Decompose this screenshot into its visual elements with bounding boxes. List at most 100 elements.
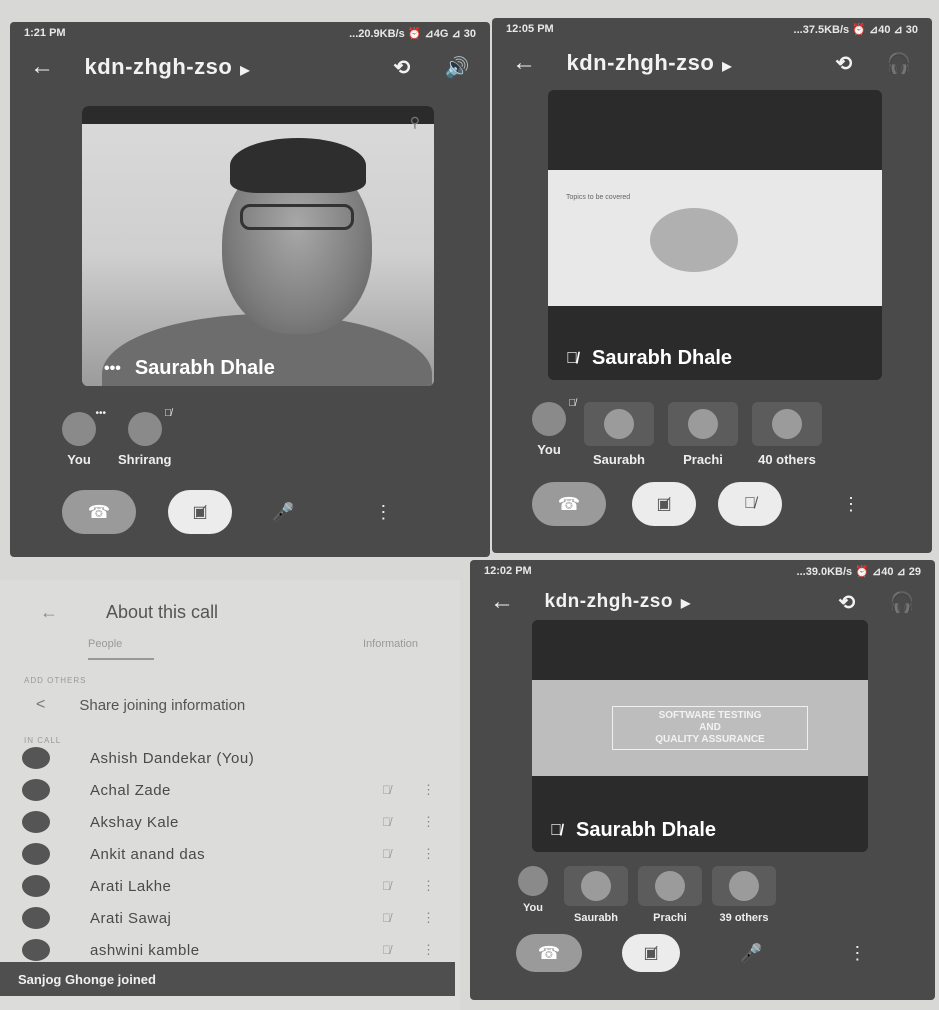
call-controls: ☎ ▣̸ 🎙̸ ⋮ (532, 482, 860, 526)
end-call-button[interactable]: ☎ (62, 490, 136, 534)
headphones-icon[interactable]: 🎧 (890, 590, 915, 615)
more-icon[interactable]: ⋮ (422, 814, 442, 830)
speaker-name: 🎙̸ Saurabh Dhale (550, 819, 717, 841)
more-icon[interactable]: ⋮ (848, 943, 866, 964)
status-time: 12:02 PM (484, 565, 532, 577)
avatar (22, 875, 50, 897)
list-item[interactable]: Arati Sawaj 🎙̸ ⋮ (22, 902, 442, 934)
list-item[interactable]: Ashish Dandekar (You) (22, 742, 442, 774)
status-bar: 12:02 PM ...39.0KB/s ⏰ ⊿40 ⊿ 29 (470, 560, 935, 582)
meeting-code[interactable]: kdn-zhgh-zso ▶ (85, 54, 360, 80)
participant-tile[interactable]: 40 others (752, 402, 822, 467)
end-call-button[interactable]: ☎ (532, 482, 606, 526)
participant-tile[interactable]: 🎙̸ Shrirang (118, 408, 172, 467)
speaker-icon[interactable]: 🔊 (445, 55, 470, 80)
mic-icon[interactable]: 🎤 (740, 943, 762, 964)
camera-toggle-button[interactable]: ▣̸ (168, 490, 232, 534)
avatar (564, 866, 628, 906)
camera-toggle-button[interactable]: ▣̸ (622, 934, 680, 972)
more-icon[interactable]: ⋮ (422, 878, 442, 894)
more-icon[interactable]: ⋮ (422, 846, 442, 862)
more-dots-icon: ••• (104, 359, 121, 377)
participant-tile[interactable]: Saurabh (564, 866, 628, 924)
end-call-icon: ☎ (537, 942, 561, 963)
more-icon[interactable]: ⋮ (422, 782, 442, 798)
camera-off-icon: ▣̸ (643, 945, 659, 962)
mic-off-icon: 🎙̸ (744, 495, 756, 512)
meeting-code[interactable]: kdn-zhgh-zso ▶ (545, 591, 805, 613)
more-icon[interactable]: ⋮ (842, 494, 860, 515)
join-toast: Sanjog Ghonge joined (0, 962, 455, 996)
avatar (22, 747, 50, 769)
camera-toggle-button[interactable]: ▣̸ (632, 482, 696, 526)
mic-off-icon: 🎙̸ (566, 349, 578, 367)
mic-icon[interactable]: 🎤 (272, 502, 294, 523)
avatar (668, 402, 738, 446)
call-header: ← kdn-zhgh-zso ▶ ⟲ 🔊 (10, 44, 490, 90)
participant-tile[interactable]: You (518, 866, 548, 914)
switch-camera-icon[interactable]: ⟲ (393, 55, 410, 80)
participant-tile[interactable]: Prachi (668, 402, 738, 467)
main-video-tile: ⚲ ••• Saurabh Dhale (82, 106, 434, 386)
mic-toggle-button[interactable]: 🎙̸ (718, 482, 782, 526)
list-item[interactable]: Ankit anand das 🎙̸ ⋮ (22, 838, 442, 870)
mic-off-icon: 🎙̸ (382, 815, 392, 829)
avatar (22, 907, 50, 929)
list-item[interactable]: Akshay Kale 🎙̸ ⋮ (22, 806, 442, 838)
speaker-name: 🎙̸ Saurabh Dhale (566, 347, 733, 369)
avatar (22, 939, 50, 961)
status-time: 1:21 PM (24, 27, 66, 39)
call-header: ← kdn-zhgh-zso ▶ ⟲ 🎧 (470, 582, 935, 622)
more-icon[interactable]: ⋮ (422, 910, 442, 926)
section-add-others: ADD OTHERS (24, 676, 87, 685)
people-list: Ashish Dandekar (You) Achal Zade 🎙̸ ⋮ Ak… (22, 742, 442, 966)
back-arrow-icon[interactable]: ← (40, 602, 58, 623)
call-screen-2: 12:05 PM ...37.5KB/s ⏰ ⊿40 ⊿ 30 ← kdn-zh… (492, 18, 932, 553)
status-bar: 1:21 PM ...20.9KB/s ⏰ ⊿4G ⊿ 30 (10, 22, 490, 44)
more-icon[interactable]: ⋮ (422, 942, 442, 958)
participant-tile[interactable]: 39 others (712, 866, 776, 924)
camera-off-icon: ▣̸ (192, 504, 208, 521)
list-item[interactable]: Achal Zade 🎙̸ ⋮ (22, 774, 442, 806)
call-header: ← kdn-zhgh-zso ▶ ⟲ 🎧 (492, 40, 932, 86)
back-arrow-icon[interactable]: ← (30, 53, 55, 81)
slide-title: SOFTWARE TESTING AND QUALITY ASSURANCE (612, 706, 808, 750)
participant-tile[interactable]: ••• You (62, 408, 106, 467)
switch-camera-icon[interactable]: ⟲ (835, 51, 852, 76)
participant-tile[interactable]: 🎙̸ You (532, 398, 576, 457)
status-right: ...20.9KB/s ⏰ ⊿4G ⊿ 30 (349, 27, 476, 40)
status-time: 12:05 PM (506, 23, 554, 35)
about-tabs: People Information (88, 638, 418, 660)
avatar (22, 779, 50, 801)
about-header: ← About this call (40, 602, 218, 623)
pin-icon[interactable]: ⚲ (410, 114, 420, 131)
camera-off-icon: ▣̸ (656, 496, 672, 513)
back-arrow-icon[interactable]: ← (512, 49, 537, 77)
share-joining-info[interactable]: < Share joining information (36, 696, 245, 714)
avatar (518, 866, 548, 896)
avatar (22, 843, 50, 865)
more-icon[interactable]: ⋮ (374, 502, 392, 523)
headphones-icon[interactable]: 🎧 (887, 51, 912, 76)
tab-information[interactable]: Information (363, 638, 418, 660)
avatar: 🎙̸ (127, 408, 172, 446)
end-call-icon: ☎ (87, 501, 111, 522)
avatar: 🎙̸ (532, 398, 576, 436)
end-call-button[interactable]: ☎ (516, 934, 582, 972)
meeting-code[interactable]: kdn-zhgh-zso ▶ (567, 50, 802, 76)
status-right: ...37.5KB/s ⏰ ⊿40 ⊿ 30 (793, 23, 918, 36)
switch-camera-icon[interactable]: ⟲ (838, 590, 855, 615)
end-call-icon: ☎ (557, 493, 581, 514)
participant-tile[interactable]: Prachi (638, 866, 702, 924)
tab-people[interactable]: People (88, 638, 154, 660)
mic-off-icon: 🎙̸ (382, 783, 392, 797)
main-video-tile: Topics to be covered 🎙̸ Saurabh Dhale (548, 90, 882, 380)
main-video-tile: SOFTWARE TESTING AND QUALITY ASSURANCE 🎙… (532, 620, 868, 852)
participant-tile[interactable]: Saurabh (584, 402, 654, 467)
status-bar: 12:05 PM ...37.5KB/s ⏰ ⊿40 ⊿ 30 (492, 18, 932, 40)
mic-off-icon: 🎙̸ (382, 943, 392, 957)
mic-off-icon: 🎙̸ (164, 408, 172, 419)
share-icon: < (36, 696, 46, 713)
back-arrow-icon[interactable]: ← (490, 588, 515, 616)
list-item[interactable]: Arati Lakhe 🎙̸ ⋮ (22, 870, 442, 902)
